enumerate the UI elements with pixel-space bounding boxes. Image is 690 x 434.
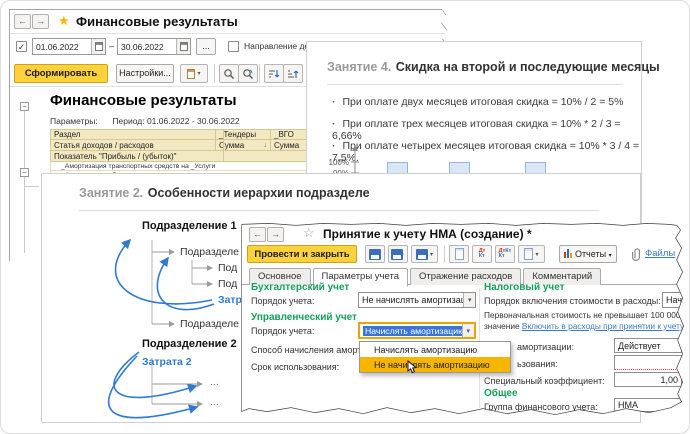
- window-title: Принятие к учету НМА (создание) *: [323, 227, 532, 241]
- favorite-star-icon[interactable]: ☆: [303, 225, 315, 241]
- period-to-input[interactable]: 30.06.2022: [117, 38, 191, 55]
- back-button[interactable]: ←: [249, 227, 266, 242]
- include-expenses-link[interactable]: Включить в расходы при принятии к учету: [522, 321, 683, 331]
- buh-order-combo[interactable]: Не начислять амортизацию ▾: [358, 292, 476, 308]
- note-text: Первоначальная стоимость не превышает 10…: [484, 310, 684, 332]
- tax-order-label: Порядок включения стоимости в расходы:: [484, 296, 661, 306]
- upr-order-label: Порядок учета:: [251, 326, 314, 336]
- amort-status-field[interactable]: Действует: [614, 338, 682, 353]
- col-article: Статья доходов / расходов: [51, 140, 216, 150]
- dept1-sub2-label: Под: [218, 278, 237, 290]
- col-tendery: _Тендеры: [216, 130, 271, 139]
- upr-order-value-selected: Начислять амортизацию: [363, 326, 462, 336]
- term-label-tail: ьзования:: [517, 359, 558, 369]
- document-history-icon[interactable]: ▾: [518, 245, 545, 263]
- favorite-star-icon[interactable]: ★: [58, 13, 70, 29]
- dt-kt-icon[interactable]: ДтКтКт: [495, 245, 515, 263]
- chevron-down-icon[interactable]: ▾: [462, 324, 474, 337]
- layout-variants-icon[interactable]: ▾: [180, 64, 208, 83]
- amort-label-tail: амортизации:: [517, 342, 574, 352]
- document-icon[interactable]: [449, 245, 469, 263]
- buh-order-label: Порядок учета:: [251, 296, 314, 306]
- back-button[interactable]: ←: [14, 14, 31, 29]
- dropdown-option[interactable]: Начислять амортизацию: [360, 342, 510, 357]
- coef-label: Специальный коэффициент:: [484, 376, 605, 386]
- group-tree-line: [25, 186, 39, 187]
- reports-button[interactable]: Отчеты ▾: [559, 245, 617, 263]
- params-label: Параметры:: [50, 116, 98, 126]
- settings-button[interactable]: Настройки...: [116, 64, 174, 83]
- save-icon[interactable]: [365, 245, 385, 263]
- period-from-input[interactable]: 01.06.2022: [32, 38, 106, 55]
- cost1-label: Затр: [218, 294, 242, 306]
- nma-window: ← → ☆ Принятие к учету НМА (создание) * …: [241, 222, 689, 418]
- fin-group-value: НМА: [618, 400, 638, 410]
- dt-icon[interactable]: ДтКт: [472, 245, 492, 263]
- tax-section-header: Налоговый учет: [484, 282, 565, 293]
- period-checkbox[interactable]: ✓: [16, 41, 27, 52]
- period-to-value: 30.06.2022: [118, 42, 167, 52]
- sort-descending-icon[interactable]: [264, 64, 284, 83]
- tax-order-field[interactable]: Начислять амортиза: [662, 292, 690, 308]
- range-separator: –: [109, 41, 114, 51]
- col-razdel: Раздел: [51, 130, 216, 139]
- buh-order-value: Не начислять амортизацию: [362, 295, 463, 305]
- dept1-label: Подразделение 1: [142, 220, 237, 232]
- common-section-header: Общее: [484, 388, 518, 399]
- col-summa1: Сумма ↓: [216, 140, 271, 150]
- y-tick-label: 100%: [323, 158, 349, 167]
- period-more-button[interactable]: ...: [196, 38, 216, 55]
- group-expander[interactable]: −: [20, 168, 29, 177]
- sort-indicator-icon: ↓: [264, 142, 268, 149]
- forward-button[interactable]: →: [32, 14, 49, 29]
- dept1-sub1-label: Под: [218, 262, 237, 274]
- amort-status-value: Действует: [618, 341, 661, 351]
- upr-order-combo[interactable]: Начислять амортизацию ▾: [358, 322, 476, 339]
- sort-ascending-icon[interactable]: [283, 64, 303, 83]
- upr-section-header: Управленческий учет: [251, 312, 357, 323]
- generate-button[interactable]: Сформировать: [14, 64, 108, 83]
- files-link[interactable]: Файлы: [645, 248, 675, 259]
- calendar-icon[interactable]: [91, 39, 105, 54]
- table-grid-line: [223, 129, 224, 162]
- dept2-label: Подразделение 2: [142, 338, 237, 350]
- term-label: Срок использования:: [251, 362, 339, 372]
- group-expander[interactable]: −: [20, 102, 29, 111]
- group-tree-line: [24, 111, 25, 253]
- report-titlebar: ← → ★ Финансовые результаты: [10, 10, 449, 34]
- buh-section-header: Бухгалтерский учет: [251, 282, 349, 293]
- calendar-icon[interactable]: [176, 39, 190, 54]
- chevron-down-icon[interactable]: ▾: [463, 293, 475, 307]
- paperclip-icon[interactable]: [631, 247, 643, 261]
- cost2-label: Затрата 2: [142, 356, 192, 368]
- ellipsis-item: ...: [210, 376, 219, 388]
- term-field[interactable]: [614, 355, 682, 370]
- coef-value: 1,00: [660, 375, 678, 385]
- direction-checkbox[interactable]: [228, 41, 239, 52]
- dept1-child1-label: Подразделе: [180, 246, 239, 258]
- dropdown-option-highlighted[interactable]: Не начислять амортизацию: [360, 357, 510, 372]
- amort-dropdown-popup: Начислять амортизацию Не начислять аморт…: [359, 341, 511, 373]
- search-reset-icon[interactable]: [238, 64, 258, 83]
- save-post-icon[interactable]: [388, 245, 408, 263]
- coef-field[interactable]: 1,00: [614, 372, 682, 387]
- forward-button[interactable]: →: [267, 227, 284, 242]
- params-period: Период: 01.06.2022 - 30.06.2022: [112, 116, 239, 126]
- window-title: Финансовые результаты: [76, 14, 238, 29]
- search-icon[interactable]: [219, 64, 239, 83]
- save-variants-icon[interactable]: ▾: [411, 245, 438, 263]
- screenshot-canvas: ← → ★ Финансовые результаты ✓ 01.06.2022…: [0, 0, 690, 434]
- dept1-child2-label: Подразделе: [180, 318, 239, 330]
- report-params: Параметры: Период: 01.06.2022 - 30.06.20…: [50, 116, 240, 126]
- period-from-value: 01.06.2022: [33, 42, 82, 52]
- post-and-close-button[interactable]: Провести и закрыть: [247, 245, 357, 263]
- clipboard-icon: [187, 69, 195, 79]
- tax-order-value: Начислять амортиза: [666, 295, 690, 305]
- report-heading: Финансовые результаты: [50, 92, 237, 109]
- ellipsis-item: ...: [210, 396, 219, 408]
